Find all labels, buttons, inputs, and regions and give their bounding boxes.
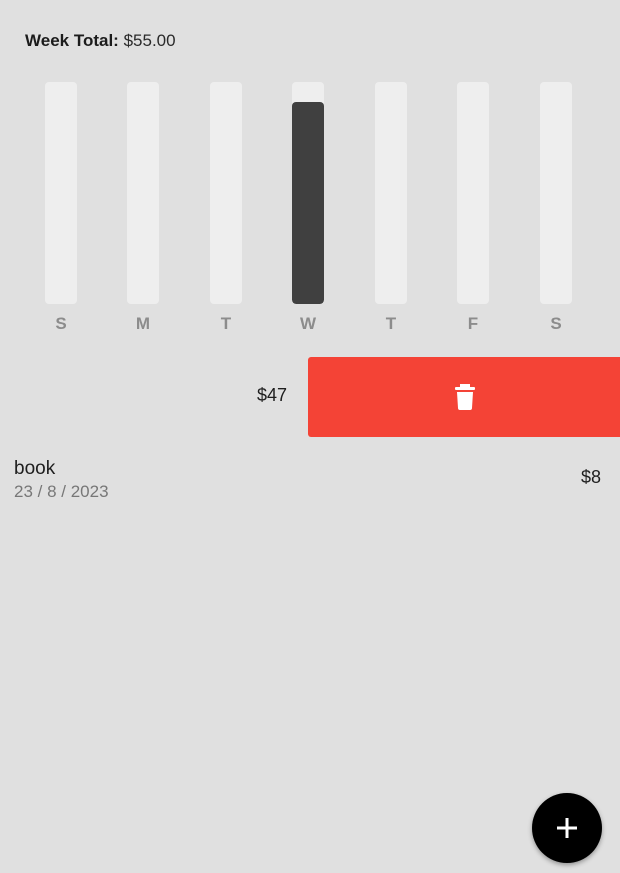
- day-label: S: [55, 314, 67, 333]
- add-transaction-button[interactable]: [532, 793, 602, 863]
- day-bar-fill: [292, 102, 324, 304]
- week-total-amount: $55.00: [123, 31, 176, 50]
- day-bar-track: [292, 82, 324, 304]
- trash-icon: [455, 384, 475, 410]
- day-label: W: [299, 314, 317, 333]
- day-label: M: [135, 314, 151, 333]
- day-bar-track: [457, 82, 489, 304]
- week-total-label: Week Total:: [25, 31, 119, 50]
- transaction-row-swiped[interactable]: $47: [0, 357, 620, 437]
- transaction-amount: $47: [256, 385, 287, 405]
- day-bar-track: [375, 82, 407, 304]
- transaction-row[interactable]: book 23 / 8 / 2023 $8: [0, 456, 620, 506]
- day-label: T: [220, 314, 232, 333]
- transaction-title: book: [14, 458, 56, 479]
- transaction-amount: $8: [580, 467, 601, 487]
- day-label: S: [550, 314, 562, 333]
- day-bar-track: [540, 82, 572, 304]
- delete-button[interactable]: [308, 357, 620, 437]
- weekly-spending-chart: SMTWTFS: [0, 82, 620, 342]
- day-bar-track: [127, 82, 159, 304]
- day-bar-track: [45, 82, 77, 304]
- day-bar-track: [210, 82, 242, 304]
- week-total: Week Total: $55.00: [25, 30, 176, 52]
- day-label: F: [467, 314, 479, 333]
- plus-icon: [557, 818, 577, 838]
- day-label: T: [385, 314, 397, 333]
- transaction-date: 23 / 8 / 2023: [14, 482, 109, 501]
